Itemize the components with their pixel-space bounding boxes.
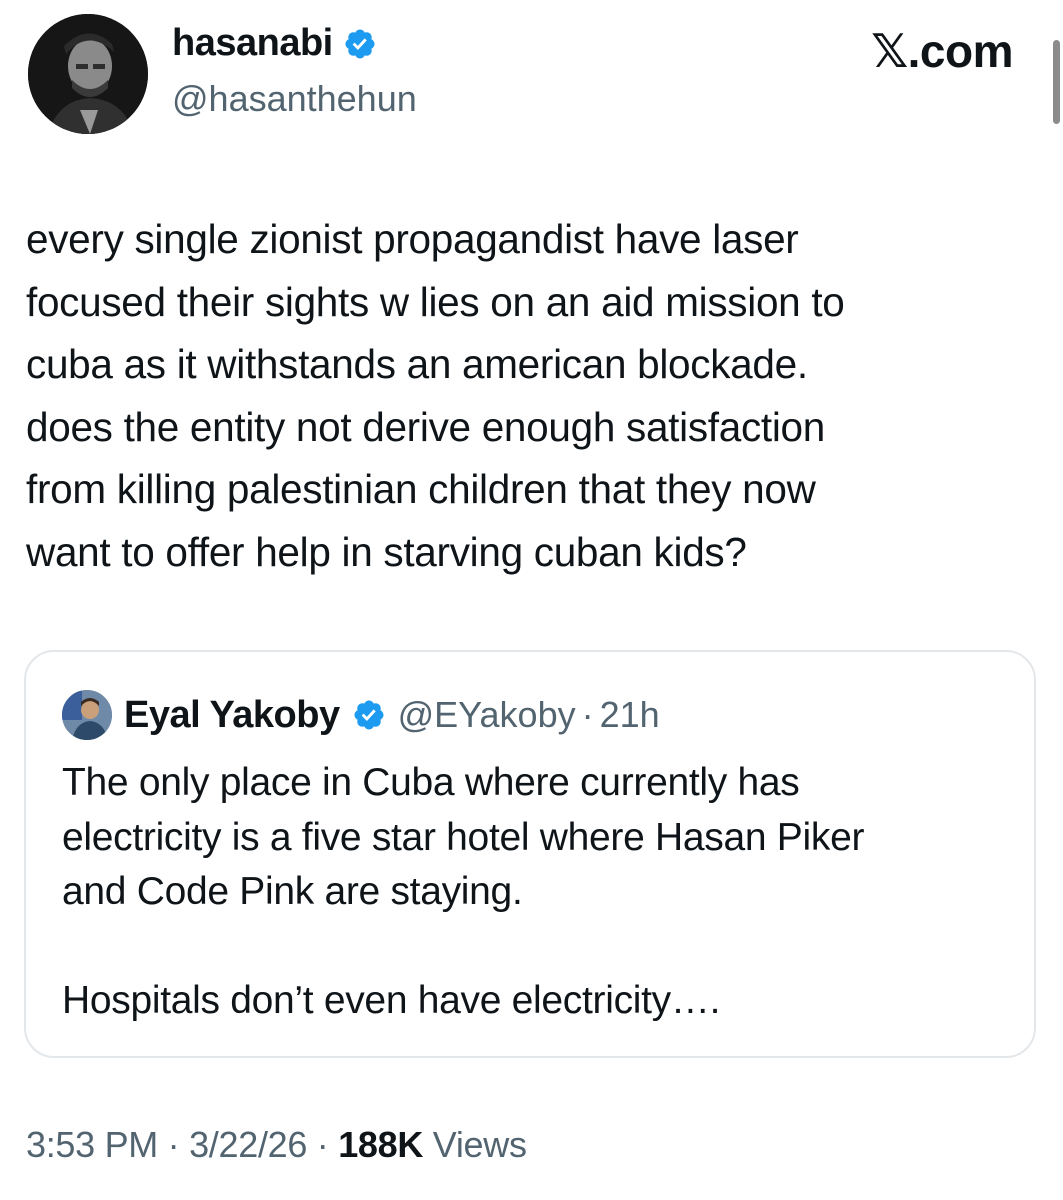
author-handle[interactable]: @hasanthehun <box>172 78 417 120</box>
views-count: 188K <box>338 1124 424 1165</box>
author-name-row[interactable]: hasanabi <box>172 22 377 65</box>
views-label: Views <box>432 1124 527 1165</box>
tweet-meta: 3:53 PM · 3/22/26 · 188K Views <box>26 1124 527 1166</box>
scrollbar[interactable] <box>1053 40 1060 124</box>
quote-author-avatar[interactable] <box>62 690 112 740</box>
quote-tweet-card[interactable]: Eyal Yakoby @EYakoby · 21h The only plac… <box>24 650 1036 1058</box>
brand-label: 𝕏.com <box>871 25 1013 77</box>
quote-separator: · <box>581 694 594 735</box>
quote-author-handle[interactable]: @EYakoby <box>398 694 576 736</box>
author-avatar[interactable] <box>28 14 148 134</box>
quote-timestamp[interactable]: 21h <box>600 694 660 736</box>
quote-header: Eyal Yakoby @EYakoby · 21h <box>62 690 660 740</box>
author-avatar-image <box>28 14 148 134</box>
quote-author-name[interactable]: Eyal Yakoby <box>124 694 340 737</box>
tweet-text: every single zionist propagandist have l… <box>26 216 845 575</box>
meta-separator: · <box>167 1124 180 1165</box>
verified-badge-icon <box>345 28 375 59</box>
tweet-time[interactable]: 3:53 PM <box>26 1124 158 1165</box>
meta-separator: · <box>316 1124 329 1165</box>
tweet-date[interactable]: 3/22/26 <box>189 1124 307 1165</box>
author-display-name[interactable]: hasanabi <box>172 22 333 65</box>
quote-verified-badge-icon <box>354 700 384 730</box>
quote-avatar-image <box>62 690 112 740</box>
quote-text: The only place in Cuba where currently h… <box>62 761 865 1022</box>
